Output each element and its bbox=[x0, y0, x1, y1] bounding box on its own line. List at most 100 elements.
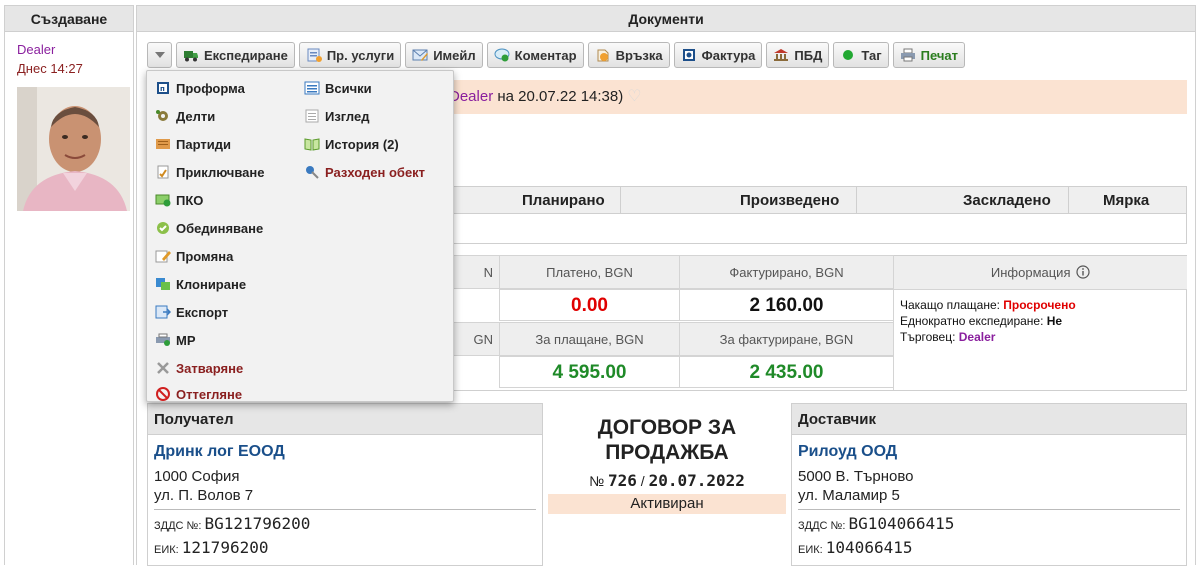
more-actions-menu: п Проформа Делти Партиди Приключване ПКО… bbox=[146, 70, 454, 402]
recipient-address: 1000 София ул. П. Волов 7 bbox=[154, 467, 542, 505]
link-button[interactable]: Връзка bbox=[587, 42, 670, 68]
supplier-card: Доставчик Рилоуд ООД 5000 В. Търново ул.… bbox=[791, 403, 1187, 566]
menu-item-export[interactable]: Експорт bbox=[155, 301, 228, 323]
toolbar: Експедиране Пр. услуги Имейл Коментар Вр… bbox=[147, 42, 966, 70]
waiting-payment-line: Чакащо плащане: Просрочено bbox=[900, 298, 1076, 312]
recipient-city: 1000 София bbox=[154, 468, 240, 485]
menu-item-expense-object[interactable]: Разходен обект bbox=[304, 161, 425, 183]
to-pay-label: За плащане, BGN bbox=[499, 322, 680, 356]
comment-button[interactable]: Коментар bbox=[486, 42, 584, 68]
services-button[interactable]: Пр. услуги bbox=[298, 42, 402, 68]
link-icon bbox=[595, 48, 611, 62]
menu-item-view[interactable]: Изглед bbox=[304, 105, 369, 127]
overdue-status: Просрочено bbox=[1003, 298, 1076, 312]
pin-icon bbox=[304, 165, 320, 179]
view-icon bbox=[304, 109, 320, 123]
bank-button[interactable]: ПБД bbox=[766, 42, 830, 68]
info-icon[interactable] bbox=[1076, 265, 1090, 279]
invoice-button[interactable]: Фактура bbox=[673, 42, 763, 68]
info-title: Информация bbox=[990, 265, 1071, 280]
paid-value: 0.00 bbox=[499, 289, 680, 321]
trader-link[interactable]: Dealer bbox=[959, 330, 996, 344]
ship-label: Експедиране bbox=[204, 47, 288, 63]
planned-header: Планирано bbox=[522, 192, 605, 209]
recipient-title: Получател bbox=[148, 404, 542, 435]
proforma-icon: п bbox=[155, 81, 171, 95]
menu-item-clone[interactable]: Клониране bbox=[155, 273, 246, 295]
batches-icon bbox=[155, 137, 171, 151]
supplier-street: ул. Маламир 5 bbox=[798, 487, 900, 504]
recipient-ids: ЗДДС №: BG121796200 ЕИК: 121796200 bbox=[154, 514, 311, 557]
print-label: Печат bbox=[920, 47, 959, 63]
history-icon bbox=[304, 137, 320, 151]
recipient-street: ул. П. Волов 7 bbox=[154, 487, 254, 504]
creation-date: Днес 14:27 bbox=[17, 61, 83, 76]
recipient-name-link[interactable]: Дринк лог ЕООД bbox=[154, 443, 542, 461]
to-invoice-value: 2 435.00 bbox=[679, 356, 894, 388]
info-header: Информация bbox=[894, 256, 1187, 290]
paid-label: Платено, BGN bbox=[499, 255, 680, 289]
menu-item-deltas[interactable]: Делти bbox=[155, 105, 215, 127]
menu-item-history[interactable]: История (2) bbox=[304, 133, 399, 155]
print-button[interactable]: Печат bbox=[892, 42, 966, 68]
info-box: Информация Чакащо плащане: Просрочено Ед… bbox=[893, 256, 1187, 390]
supplier-city: 5000 В. Търново bbox=[798, 468, 914, 485]
email-label: Имейл bbox=[433, 47, 476, 63]
truck-icon bbox=[183, 48, 199, 62]
email-button[interactable]: Имейл bbox=[405, 42, 483, 68]
supplier-name-link[interactable]: Рилоуд ООД bbox=[798, 443, 1186, 461]
tag-button[interactable]: Таг bbox=[833, 42, 889, 68]
finish-icon bbox=[155, 165, 171, 179]
menu-item-merge[interactable]: Обединяване bbox=[155, 217, 263, 239]
services-label: Пр. услуги bbox=[326, 47, 395, 63]
menu-item-cancel[interactable]: Оттегляне bbox=[155, 383, 242, 405]
chevron-down-icon bbox=[154, 52, 165, 58]
mr-icon bbox=[155, 333, 171, 347]
menu-item-cash-receipt[interactable]: ПКО bbox=[155, 189, 203, 211]
creation-panel: Създаване Dealer Днес 14:27 bbox=[4, 5, 134, 565]
menu-item-mr[interactable]: МР bbox=[155, 329, 196, 351]
oneoff-shipping-line: Еднократно експедиране: Не bbox=[900, 314, 1063, 328]
oneoff-value: Не bbox=[1046, 314, 1063, 328]
comment-icon bbox=[494, 48, 510, 62]
contract-title-block: ДОГОВОР ЗА ПРОДАЖБА № 726 / 20.07.2022 А… bbox=[542, 403, 792, 566]
export-icon bbox=[155, 305, 172, 319]
supplier-address: 5000 В. Търново ул. Маламир 5 bbox=[798, 467, 1186, 505]
bank-label: ПБД bbox=[794, 47, 823, 63]
menu-item-all[interactable]: Всички bbox=[304, 77, 372, 99]
recipient-card: Получател Дринк лог ЕООД 1000 София ул. … bbox=[147, 403, 543, 566]
trader-line: Търговец: Dealer bbox=[900, 330, 996, 344]
documents-header: Документи bbox=[137, 6, 1195, 32]
ship-button[interactable]: Експедиране bbox=[176, 42, 295, 68]
services-icon bbox=[306, 48, 322, 62]
invoiced-value: 2 160.00 bbox=[679, 289, 894, 321]
menu-item-finish[interactable]: Приключване bbox=[155, 161, 265, 183]
menu-item-batches[interactable]: Партиди bbox=[155, 133, 231, 155]
gear-icon bbox=[155, 109, 171, 123]
last-change-notice: Dealer на 20.07.22 14:38) ♡ bbox=[437, 80, 1187, 114]
invoice-icon bbox=[681, 48, 697, 62]
cash-icon bbox=[155, 193, 171, 207]
menu-item-proforma[interactable]: п Проформа bbox=[155, 77, 245, 99]
status-badge: Активиран bbox=[548, 494, 786, 514]
supplier-vat: BG104066415 bbox=[848, 514, 955, 533]
unit-header: Мярка bbox=[1103, 192, 1150, 209]
supplier-eik: 104066415 bbox=[825, 538, 913, 557]
supplier-title: Доставчик bbox=[792, 404, 1186, 435]
author-link[interactable]: Dealer bbox=[17, 42, 133, 58]
notice-text: на 20.07.22 14:38) bbox=[493, 88, 624, 105]
menu-item-close[interactable]: Затваряне bbox=[155, 357, 243, 379]
divider bbox=[154, 509, 536, 510]
menu-item-edit[interactable]: Промяна bbox=[155, 245, 233, 267]
more-actions-button[interactable] bbox=[147, 42, 172, 68]
comment-label: Коментар bbox=[514, 47, 577, 63]
tag-icon bbox=[840, 48, 856, 62]
svg-text:п: п bbox=[160, 85, 165, 93]
cancel-icon bbox=[155, 387, 171, 401]
tag-label: Таг bbox=[861, 47, 882, 63]
notice-author-link[interactable]: Dealer bbox=[449, 88, 493, 105]
heart-icon[interactable]: ♡ bbox=[627, 88, 641, 105]
produced-header: Произведено bbox=[740, 192, 840, 209]
to-invoice-label: За фактуриране, BGN bbox=[679, 322, 894, 356]
recipient-eik: 121796200 bbox=[181, 538, 269, 557]
